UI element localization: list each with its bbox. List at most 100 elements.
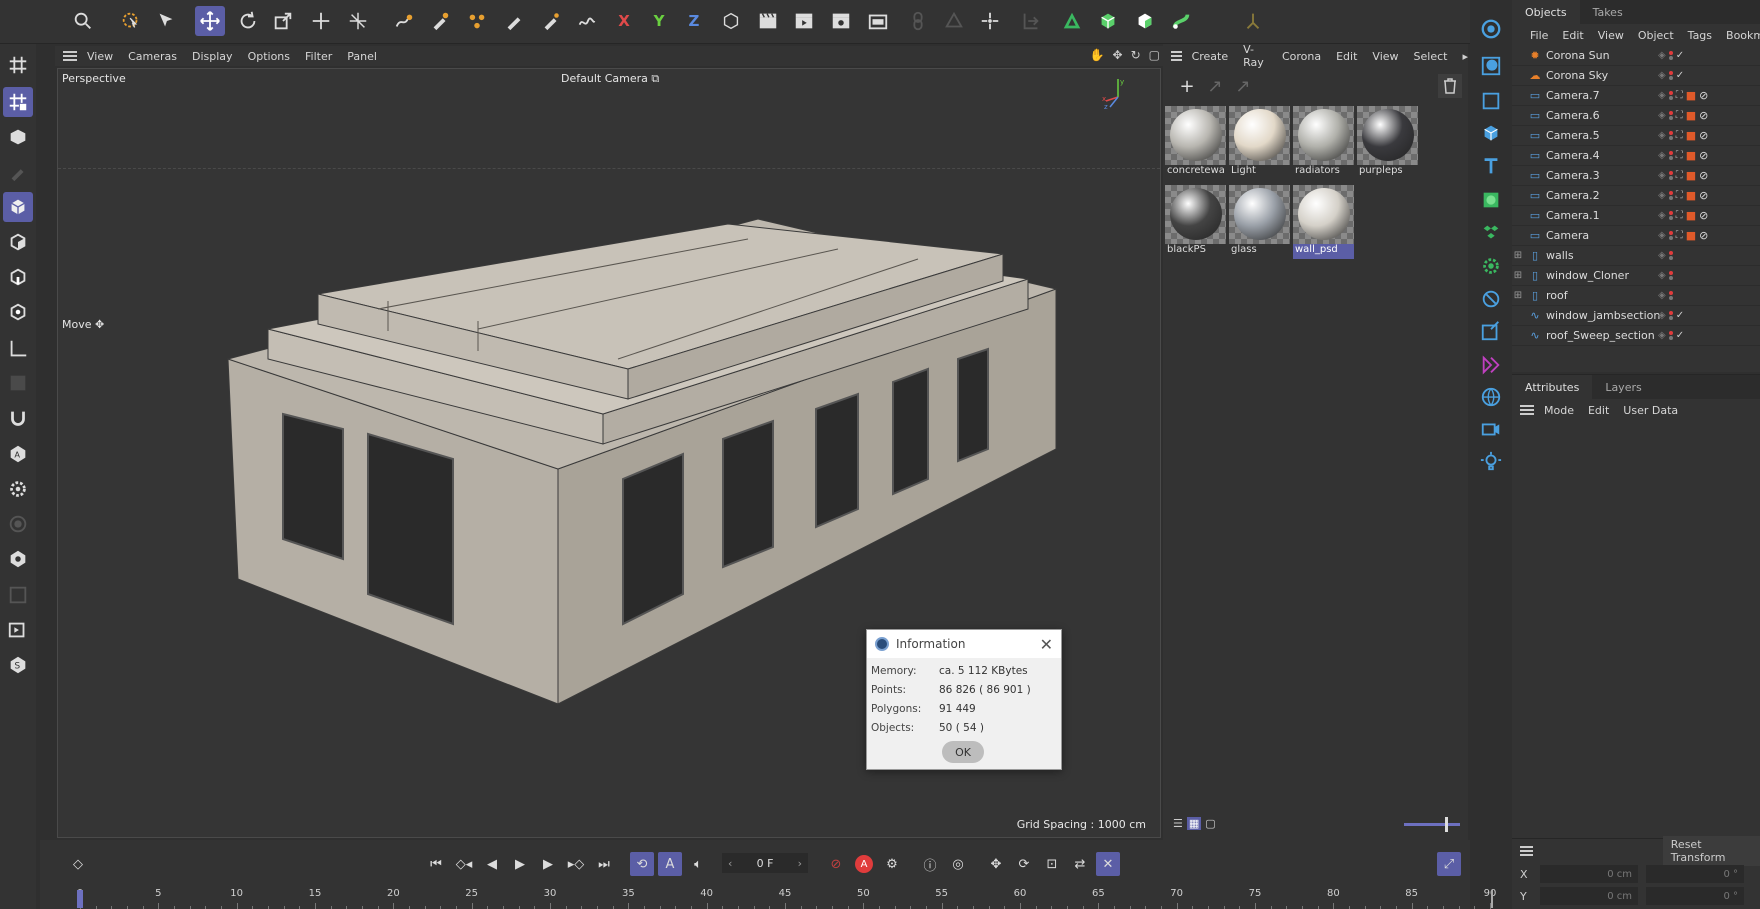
- grid-view-icon[interactable]: ▦: [1186, 817, 1202, 830]
- material-item[interactable]: purpleps: [1357, 106, 1418, 182]
- corona-proxy-icon[interactable]: [1130, 6, 1160, 36]
- position-x-field[interactable]: 0 cm: [1540, 865, 1638, 883]
- layer-icon[interactable]: ◈: [1658, 130, 1666, 141]
- object-row[interactable]: ▭ Camera.3 ◈ ⛶ ■ ⊘: [1512, 166, 1760, 186]
- next-frame-icon[interactable]: ▶: [536, 852, 560, 876]
- cube-icon[interactable]: [1478, 120, 1504, 146]
- live-selection-icon[interactable]: [116, 6, 146, 36]
- camera-tag-icon[interactable]: ■: [1686, 209, 1696, 222]
- point-mode-icon[interactable]: [3, 297, 33, 327]
- next-key-icon[interactable]: ▸◇: [564, 852, 588, 876]
- object-row[interactable]: ☁ Corona Sky ◈ ✓: [1512, 66, 1760, 86]
- object-row[interactable]: ▭ Camera.7 ◈ ⛶ ■ ⊘: [1512, 86, 1760, 106]
- viewport-tools-icon[interactable]: [3, 580, 33, 610]
- camera-tag-icon[interactable]: ■: [1686, 129, 1696, 142]
- orbit-icon[interactable]: ↻: [1131, 48, 1141, 62]
- previous-key-icon[interactable]: ◇◂: [452, 852, 476, 876]
- autokey-icon[interactable]: A: [852, 852, 876, 876]
- world-coordinates-icon[interactable]: [716, 6, 746, 36]
- layer-icon[interactable]: ◈: [1658, 330, 1666, 341]
- select-tool-icon[interactable]: [151, 6, 181, 36]
- object-row[interactable]: ∿ roof_Sweep_section ◈ ✓: [1512, 326, 1760, 346]
- grid-tool-icon[interactable]: [3, 50, 33, 80]
- frame-decrement-icon[interactable]: ‹: [728, 857, 732, 870]
- export-icon[interactable]: [1016, 6, 1046, 36]
- menu-view[interactable]: View: [87, 50, 113, 63]
- axis-x-lock[interactable]: X: [609, 6, 639, 36]
- light-icon[interactable]: [1478, 448, 1504, 474]
- layer-icon[interactable]: ◈: [1658, 170, 1666, 181]
- layer-icon[interactable]: ◈: [1658, 50, 1666, 61]
- record-keys-icon[interactable]: ⊘: [824, 852, 848, 876]
- visibility-dots[interactable]: [1668, 331, 1673, 340]
- visibility-icon[interactable]: [3, 544, 33, 574]
- rotate-tool-icon[interactable]: [233, 6, 263, 36]
- rectangle-spline-icon[interactable]: [1478, 88, 1504, 114]
- transform-tool-icon[interactable]: [306, 6, 336, 36]
- pen-spline-icon[interactable]: [389, 6, 419, 36]
- auto-keying-mode-icon[interactable]: A: [658, 852, 682, 876]
- paint-brush-icon[interactable]: [499, 6, 529, 36]
- twist-spline-icon[interactable]: [572, 6, 602, 36]
- gear-icon[interactable]: [3, 474, 33, 504]
- protection-tag-icon[interactable]: ⊘: [1699, 109, 1708, 122]
- edge-mode-icon[interactable]: [3, 262, 33, 292]
- expand-icon[interactable]: ⊞: [1512, 270, 1524, 281]
- render-to-picture-viewer-icon[interactable]: [789, 6, 819, 36]
- link-icon[interactable]: [903, 6, 933, 36]
- protection-tag-icon[interactable]: ⊘: [1699, 209, 1708, 222]
- tab-layers[interactable]: Layers: [1592, 375, 1654, 399]
- scene-nodes-icon[interactable]: S: [3, 650, 33, 680]
- menu-bookmarks[interactable]: Bookm: [1726, 29, 1760, 42]
- enabled-check-icon[interactable]: ✓: [1676, 330, 1684, 341]
- sound-icon[interactable]: 🔈︎: [686, 852, 710, 876]
- menu-view[interactable]: View: [1372, 50, 1398, 63]
- move-tool-icon[interactable]: [195, 6, 225, 36]
- protection-tag-icon[interactable]: ⊘: [1699, 229, 1708, 242]
- axis-mode-icon[interactable]: [3, 334, 33, 364]
- menu-create[interactable]: Create: [1192, 50, 1229, 63]
- target-tag-icon[interactable]: ⛶: [1676, 190, 1683, 201]
- snap-points-icon[interactable]: [975, 6, 1005, 36]
- visibility-dots[interactable]: [1668, 291, 1673, 300]
- field-icon[interactable]: [1478, 352, 1504, 378]
- target-tag-icon[interactable]: ⛶: [1676, 130, 1683, 141]
- tab-objects[interactable]: Objects: [1512, 0, 1580, 24]
- menu-file[interactable]: File: [1530, 29, 1548, 42]
- corona-spline-icon[interactable]: [1166, 6, 1196, 36]
- environment-icon[interactable]: [1478, 384, 1504, 410]
- render-queue-icon[interactable]: [863, 6, 893, 36]
- viewport-menu-icon[interactable]: [63, 51, 77, 61]
- key-position-icon[interactable]: ⓘ: [918, 852, 942, 876]
- menu-user-data[interactable]: User Data: [1623, 404, 1678, 417]
- edit-material-icon[interactable]: ↗: [1231, 74, 1255, 98]
- keyframe-diamond-icon[interactable]: ◇: [66, 852, 90, 876]
- playhead[interactable]: [77, 890, 83, 908]
- coordinate-system-icon[interactable]: [343, 6, 373, 36]
- tab-attributes[interactable]: Attributes: [1512, 375, 1593, 399]
- go-to-start-icon[interactable]: ⏮: [424, 852, 448, 876]
- layer-icon[interactable]: ◈: [1658, 270, 1666, 281]
- material-menu-icon[interactable]: [1171, 51, 1182, 61]
- target-tag-icon[interactable]: ⛶: [1676, 110, 1683, 121]
- list-view-icon[interactable]: ☰: [1173, 817, 1183, 830]
- object-row[interactable]: ⊞ ▯ window_Cloner ◈: [1512, 266, 1760, 286]
- object-row[interactable]: ▭ Camera.2 ◈ ⛶ ■ ⊘: [1512, 186, 1760, 206]
- menu-edit[interactable]: Edit: [1336, 50, 1357, 63]
- current-frame-field[interactable]: ‹ 0 F ›: [722, 853, 808, 873]
- protection-tag-icon[interactable]: ⊘: [1699, 129, 1708, 142]
- layer-icon[interactable]: ◈: [1658, 230, 1666, 241]
- object-row[interactable]: ▭ Camera.5 ◈ ⛶ ■ ⊘: [1512, 126, 1760, 146]
- visibility-dots[interactable]: [1668, 251, 1673, 260]
- menu-tags[interactable]: Tags: [1688, 29, 1712, 42]
- camera-object-icon[interactable]: [1478, 416, 1504, 442]
- camera-tag-icon[interactable]: ■: [1686, 149, 1696, 162]
- visibility-dots[interactable]: [1668, 131, 1673, 140]
- visibility-dots[interactable]: [1668, 211, 1673, 220]
- menu-mode[interactable]: Mode: [1544, 404, 1574, 417]
- sphere-icon[interactable]: [1478, 53, 1504, 79]
- close-icon[interactable]: ✕: [1040, 635, 1053, 654]
- camera-tag-icon[interactable]: ■: [1686, 89, 1696, 102]
- protection-tag-icon[interactable]: ⊘: [1699, 89, 1708, 102]
- visibility-dots[interactable]: [1668, 151, 1673, 160]
